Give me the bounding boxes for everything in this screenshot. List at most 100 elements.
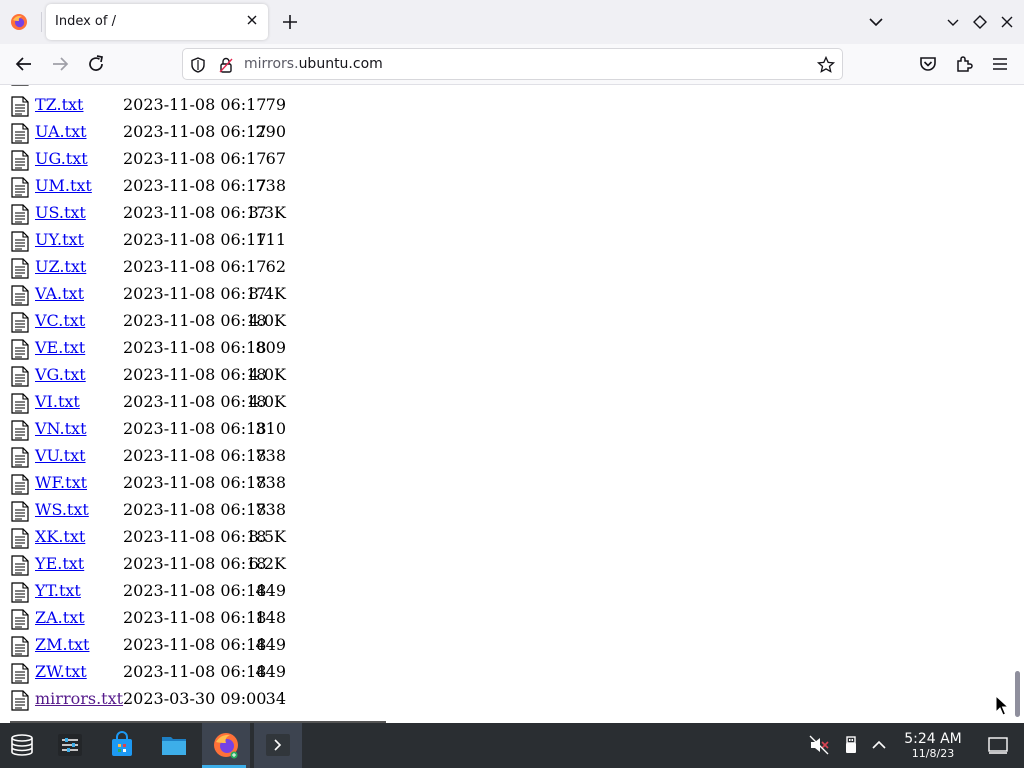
file-size: 79 <box>265 95 286 114</box>
file-link[interactable]: ZA.txt <box>35 608 85 627</box>
firefox-icon[interactable] <box>10 13 28 31</box>
show-desktop-icon[interactable] <box>987 734 1009 756</box>
file-link[interactable]: YT.txt <box>35 581 81 600</box>
file-link[interactable]: ZM.txt <box>35 635 89 654</box>
taskbar-terminal[interactable] <box>254 723 302 768</box>
file-link[interactable]: ZW.txt <box>35 662 87 681</box>
app-launcher-button[interactable] <box>0 723 44 768</box>
taskbar-store[interactable] <box>100 723 144 768</box>
file-link[interactable]: TZ.txt <box>35 95 83 114</box>
file-link[interactable]: UY.txt <box>35 230 84 249</box>
clock[interactable]: 5:24 AM 11/8/23 <box>896 732 970 761</box>
minimize-icon[interactable] <box>943 12 963 32</box>
list-item: ZA.txt 2023-11-08 06:18 148 <box>0 605 400 632</box>
file-link[interactable]: YE.txt <box>35 554 84 573</box>
file-link[interactable]: VA.txt <box>35 284 84 303</box>
taskbar-file-manager[interactable] <box>152 723 196 768</box>
text-file-icon <box>11 393 29 414</box>
file-modified-date: 2023-11-08 06:18 <box>123 446 267 465</box>
list-item: UM.txt 2023-11-08 06:17 738 <box>0 173 400 200</box>
text-file-icon <box>11 258 29 279</box>
file-modified-date: 2023-11-08 06:18 <box>123 608 267 627</box>
file-size: 67 <box>265 149 286 168</box>
extensions-icon[interactable] <box>952 52 976 76</box>
list-item: ZM.txt 2023-11-08 06:18 449 <box>0 632 400 659</box>
plus-icon[interactable] <box>278 10 302 34</box>
file-size: 738 <box>255 446 286 465</box>
list-item: VI.txt 2023-11-08 06:18 4.0K <box>0 389 400 416</box>
close-icon[interactable] <box>244 12 260 28</box>
lock-icon[interactable] <box>217 56 235 74</box>
url-bar[interactable]: mirrors.ubuntu.com <box>182 48 843 80</box>
file-modified-date: 2023-11-08 06:18 <box>123 311 267 330</box>
text-file-icon <box>11 447 29 468</box>
list-item: YE.txt 2023-11-08 06:18 6.2K <box>0 551 400 578</box>
file-link[interactable]: XK.txt <box>35 527 85 546</box>
file-link[interactable]: VG.txt <box>35 365 86 384</box>
file-size: 34 <box>265 689 286 708</box>
file-manager-icon <box>162 737 186 755</box>
text-file-icon <box>11 312 29 333</box>
taskbar-firefox[interactable] <box>202 723 250 768</box>
file-size: 8.4K <box>248 284 286 303</box>
file-link[interactable]: UG.txt <box>35 149 88 168</box>
file-link[interactable]: VU.txt <box>35 446 86 465</box>
firefox-icon <box>214 733 238 759</box>
file-size: 4.0K <box>248 311 286 330</box>
list-item: VG.txt 2023-11-08 06:18 4.0K <box>0 362 400 389</box>
navigation-toolbar: mirrors.ubuntu.com <box>0 44 1024 85</box>
file-size: 290 <box>255 122 286 141</box>
text-file-icon <box>11 609 29 630</box>
file-link[interactable]: WF.txt <box>35 473 87 492</box>
close-window-icon[interactable] <box>997 12 1017 32</box>
back-arrow-icon[interactable] <box>12 52 36 76</box>
text-file-icon <box>11 285 29 306</box>
file-size: 449 <box>255 635 286 654</box>
chevron-up-icon[interactable] <box>868 734 890 756</box>
file-link[interactable]: VI.txt <box>35 392 80 411</box>
taskbar-settings[interactable] <box>48 723 92 768</box>
settings-icon <box>58 734 82 756</box>
scrollbar-thumb[interactable] <box>1015 671 1020 717</box>
file-link[interactable]: WS.txt <box>35 500 89 519</box>
shield-icon[interactable] <box>189 56 207 74</box>
file-icon <box>11 85 29 86</box>
list-item: UG.txt 2023-11-08 06:17 67 <box>0 146 400 173</box>
file-link[interactable]: UA.txt <box>35 122 87 141</box>
star-icon[interactable] <box>816 55 836 75</box>
file-link[interactable]: UM.txt <box>35 176 92 195</box>
file-modified-date: 2023-11-08 06:17 <box>123 122 267 141</box>
file-modified-date: 2023-11-08 06:18 <box>123 500 267 519</box>
file-link[interactable]: VN.txt <box>35 419 87 438</box>
file-modified-date: 2023-11-08 06:18 <box>123 392 267 411</box>
clock-date: 11/8/23 <box>911 747 955 760</box>
text-file-icon <box>11 555 29 576</box>
usb-icon[interactable] <box>840 734 862 756</box>
file-link[interactable]: VE.txt <box>35 338 85 357</box>
list-item: WF.txt 2023-11-08 06:18 738 <box>0 470 400 497</box>
file-link[interactable]: VC.txt <box>35 311 85 330</box>
file-link[interactable]: mirrors.txt <box>35 689 123 708</box>
file-size: 809 <box>255 338 286 357</box>
forward-arrow-icon[interactable] <box>48 52 72 76</box>
tab-index-of[interactable]: Index of / <box>46 4 268 40</box>
tab-strip: Index of / <box>0 0 1024 44</box>
file-size: 738 <box>255 500 286 519</box>
file-link[interactable]: UZ.txt <box>35 257 86 276</box>
url-text[interactable]: mirrors.ubuntu.com <box>244 56 383 72</box>
file-size: 3.3K <box>248 203 286 222</box>
file-modified-date: 2023-11-08 06:17 <box>123 176 267 195</box>
list-item-partial <box>0 85 400 88</box>
mute-icon[interactable] <box>808 734 830 756</box>
menu-icon[interactable] <box>988 52 1012 76</box>
file-link[interactable]: US.txt <box>35 203 86 222</box>
text-file-icon <box>11 339 29 360</box>
maximize-icon[interactable] <box>970 12 990 32</box>
text-file-icon <box>11 690 29 711</box>
pocket-icon[interactable] <box>916 52 940 76</box>
file-modified-date: 2023-11-08 06:18 <box>123 554 267 573</box>
reload-icon[interactable] <box>84 52 108 76</box>
text-file-icon <box>11 366 29 387</box>
vertical-scrollbar[interactable] <box>1012 85 1024 723</box>
chevron-down-icon[interactable] <box>866 12 886 32</box>
